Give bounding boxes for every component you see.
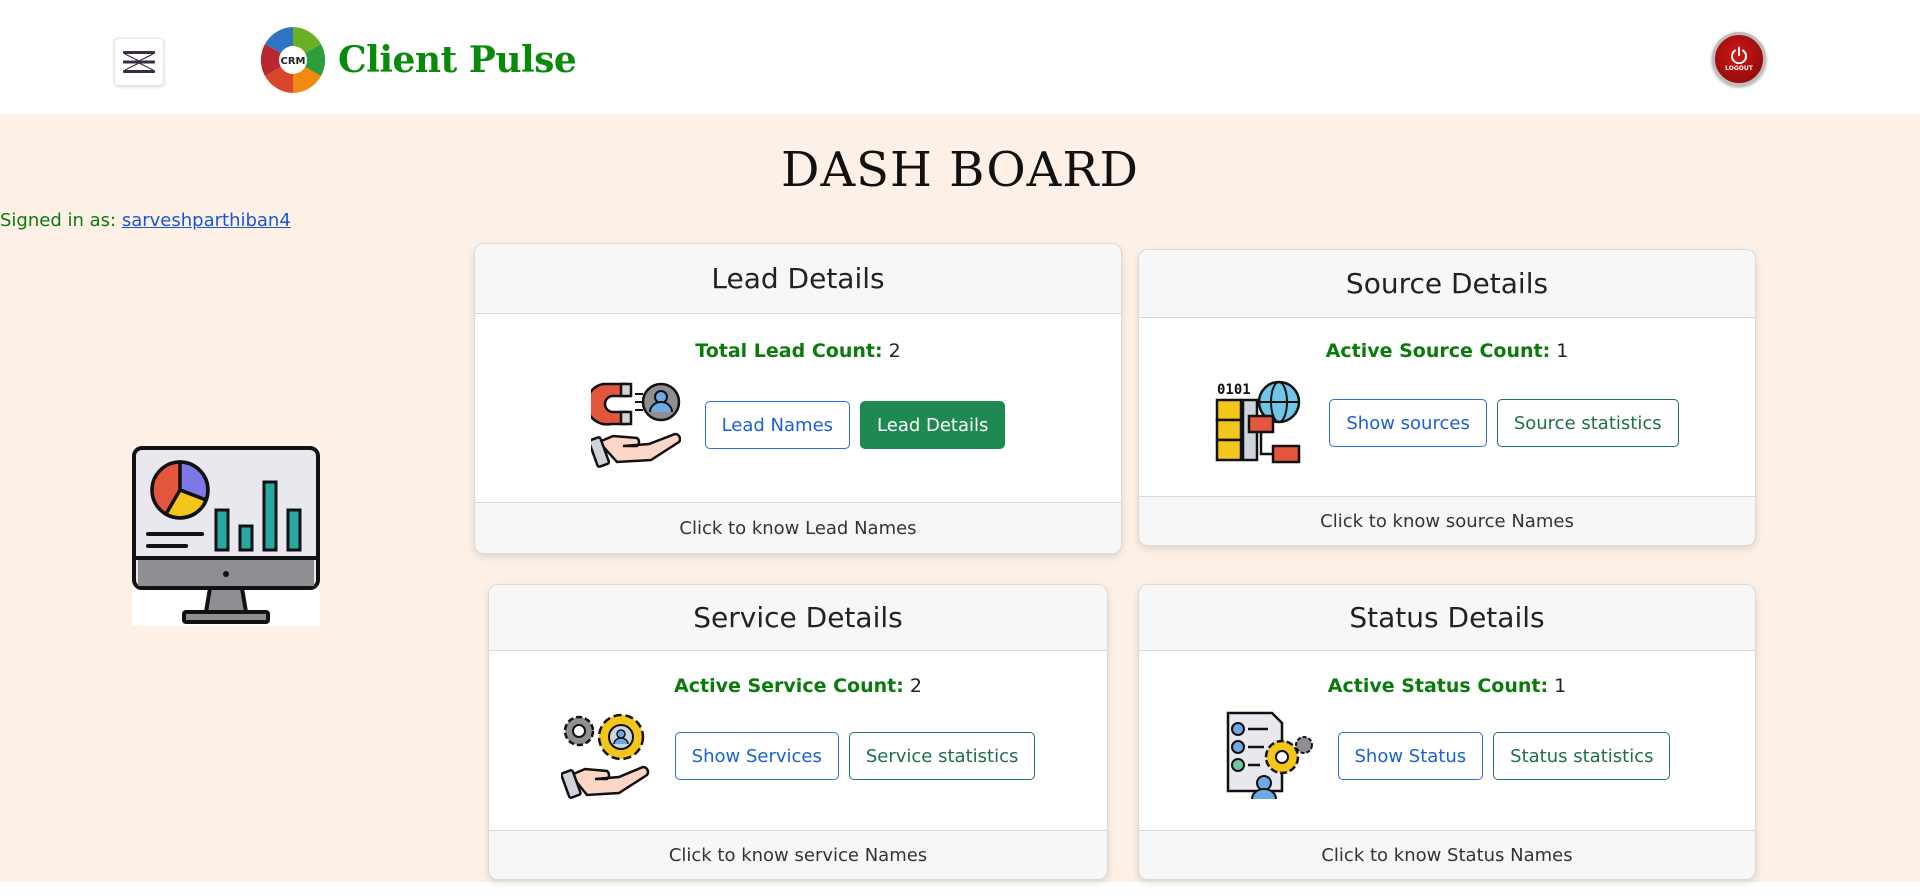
checklist-gear-icon [1226,711,1313,800]
page-title: DASH BOARD [781,142,1139,198]
lead-count-label: Total Lead Count: [695,340,883,362]
gears-hand-icon [560,713,649,799]
source-details-card: Source Details Active Source Count: 1 01… [1138,249,1756,546]
source-statistics-button[interactable]: Source statistics [1496,399,1679,447]
status-count-label: Active Status Count: [1327,675,1549,697]
service-card-body: Active Service Count: 2 Show Services Se… [489,651,1107,879]
logout-label: LOGOUT [1725,65,1753,72]
source-card-body: Active Source Count: 1 0101 Show sources… [1139,318,1755,545]
lead-actions: Lead Names Lead Details [475,380,1121,470]
show-status-button[interactable]: Show Status [1337,732,1484,780]
power-icon [1731,46,1747,64]
service-card-footer[interactable]: Click to know service Names [489,830,1107,879]
svg-text:0101: 0101 [1217,382,1251,398]
source-count-line: Active Source Count: 1 [1139,318,1755,362]
status-count-line: Active Status Count: 1 [1139,651,1755,697]
server-globe-icon: 0101 [1216,380,1301,464]
top-navbar: CRM Client Pulse LOGOUT [0,0,1920,114]
source-card-footer[interactable]: Click to know source Names [1139,496,1755,545]
lead-details-card: Lead Details Total Lead Count: 2 Lead Na… [474,243,1122,554]
logo-text: CRM [281,56,306,67]
lead-card-body: Total Lead Count: 2 Lead Names Lead Deta… [475,314,1121,553]
crm-logo-icon: CRM [260,27,326,93]
service-statistics-button[interactable]: Service statistics [848,732,1036,780]
source-card-header: Source Details [1139,250,1755,318]
status-details-card: Status Details Active Status Count: 1 Sh… [1138,584,1756,880]
lead-card-header: Lead Details [475,244,1121,314]
signed-in-info: Signed in as: sarveshparthiban4 [0,210,291,231]
status-count-value: 1 [1554,675,1567,697]
logout-button[interactable]: LOGOUT [1712,32,1766,86]
status-statistics-button[interactable]: Status statistics [1493,732,1671,780]
signed-in-label: Signed in as: [0,210,117,231]
status-card-header: Status Details [1139,585,1755,651]
source-actions: 0101 Show sources Source statistics [1139,378,1755,468]
status-actions: Show Status Status statistics [1139,711,1755,801]
show-sources-button[interactable]: Show sources [1329,399,1487,447]
service-details-card: Service Details Active Service Count: 2 … [488,584,1108,880]
status-card-body: Active Status Count: 1 Show Status Statu… [1139,651,1755,879]
brand[interactable]: CRM Client Pulse [258,25,577,95]
lead-count-value: 2 [888,340,901,362]
lead-names-button[interactable]: Lead Names [704,401,851,449]
service-actions: Show Services Service statistics [489,711,1107,801]
dashboard-main: DASH BOARD Signed in as: sarveshparthiba… [0,114,1920,882]
service-card-header: Service Details [489,585,1107,651]
lead-details-button[interactable]: Lead Details [860,401,1006,449]
dashboard-monitor-icon [132,446,320,626]
lead-card-footer[interactable]: Click to know Lead Names [475,502,1121,553]
hamburger-icon [123,51,155,73]
status-card-footer[interactable]: Click to know Status Names [1139,830,1755,879]
show-services-button[interactable]: Show Services [674,732,839,780]
service-count-line: Active Service Count: 2 [489,651,1107,697]
brand-name: Client Pulse [338,39,577,81]
magnet-lead-icon [590,382,681,468]
lead-count-line: Total Lead Count: 2 [475,314,1121,362]
service-count-label: Active Service Count: [674,675,904,697]
username-link[interactable]: sarveshparthiban4 [122,210,291,231]
source-count-value: 1 [1556,340,1569,362]
service-count-value: 2 [909,675,922,697]
source-count-label: Active Source Count: [1325,340,1551,362]
hamburger-menu-button[interactable] [114,38,164,86]
